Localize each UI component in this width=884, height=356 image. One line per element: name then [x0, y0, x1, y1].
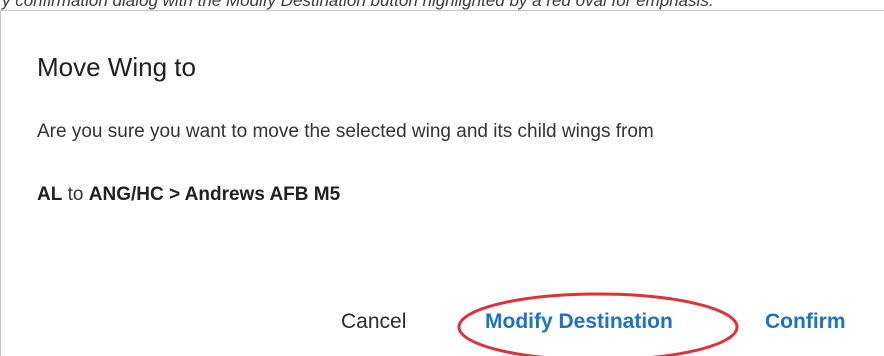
confirm-button[interactable]: Confirm [765, 309, 846, 335]
destination-wing: ANG/HC > Andrews AFB M5 [88, 184, 341, 205]
path-connector: to [67, 184, 84, 205]
dialog-title: Move Wing to [37, 52, 196, 82]
source-wing: AL [37, 184, 63, 205]
move-wing-dialog: Move Wing to Are you sure you want to mo… [1, 11, 884, 356]
highlight-oval [457, 292, 739, 356]
move-path: AL to ANG/HC > Andrews AFB M5 [37, 183, 340, 207]
highlight-oval-stroke [457, 292, 739, 356]
cancel-button[interactable]: Cancel [341, 309, 406, 335]
screenshot-canvas: y confirmation dialog with the Modify De… [0, 0, 884, 356]
dialog-message: Are you sure you want to move the select… [37, 121, 654, 142]
